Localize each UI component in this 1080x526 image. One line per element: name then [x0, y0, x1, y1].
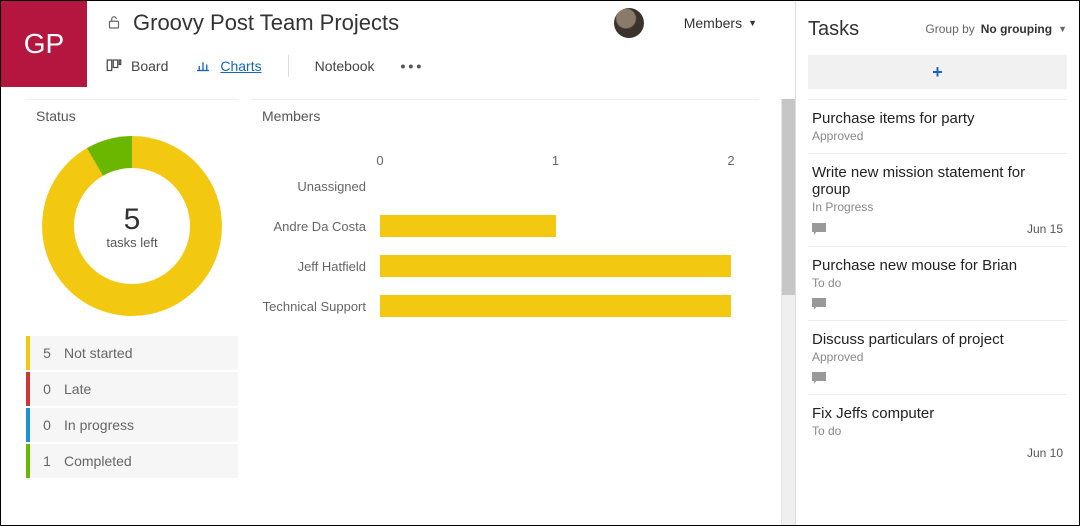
chevron-down-icon: ▼	[748, 18, 757, 28]
group-by-value: No grouping	[981, 22, 1052, 36]
members-card: Members 0 1 2 Unassigned Andre Da Costa Jeff…	[252, 99, 759, 525]
legend-row-completed[interactable]: 1Completed	[26, 444, 238, 478]
tab-notebook[interactable]: Notebook	[315, 58, 375, 74]
tab-divider	[288, 55, 289, 77]
bar-row: Jeff Hatfield	[262, 246, 731, 286]
task-card[interactable]: Purchase items for party Approved	[808, 99, 1067, 153]
bar-label: Unassigned	[262, 179, 380, 194]
legend-label: Late	[64, 381, 91, 397]
task-title: Fix Jeffs computer	[812, 405, 1063, 422]
donut-number: 5	[124, 203, 141, 237]
bar-label: Andre Da Costa	[262, 219, 380, 234]
add-task-button[interactable]: +	[808, 55, 1067, 89]
legend-label: Not started	[64, 345, 132, 361]
card-title: Status	[26, 100, 238, 130]
card-title: Members	[252, 100, 759, 130]
task-status: Approved	[812, 350, 1063, 364]
bar-track	[380, 175, 731, 197]
members-dropdown-label: Members	[684, 15, 742, 31]
bar-track	[380, 215, 731, 237]
task-card[interactable]: Write new mission statement for group In …	[808, 153, 1067, 246]
bar-fill	[380, 295, 731, 317]
tab-label: Charts	[220, 58, 261, 74]
bar-row: Andre Da Costa	[262, 206, 731, 246]
lock-open-icon	[105, 13, 123, 34]
scrollbar-main[interactable]	[781, 99, 795, 525]
tab-board[interactable]: Board	[105, 57, 168, 75]
chevron-down-icon: ▼	[1058, 24, 1067, 34]
page-title: Groovy Post Team Projects	[133, 10, 614, 36]
group-by-dropdown[interactable]: Group by No grouping ▼	[925, 22, 1067, 36]
task-card[interactable]: Discuss particulars of project Approved	[808, 320, 1067, 394]
bar-row: Technical Support	[262, 286, 731, 326]
legend-row-in-progress[interactable]: 0In progress	[26, 408, 238, 442]
tab-label: Board	[131, 58, 168, 74]
tasks-panel-title: Tasks	[808, 18, 925, 41]
legend-row-not-started[interactable]: 5Not started	[26, 336, 238, 370]
charts-icon	[194, 57, 212, 75]
task-status: Approved	[812, 129, 1063, 143]
legend-row-late[interactable]: 0Late	[26, 372, 238, 406]
bar-track	[380, 255, 731, 277]
legend-count: 0	[30, 381, 64, 397]
task-card[interactable]: Purchase new mouse for Brian To do	[808, 246, 1067, 320]
bar-row: Unassigned	[262, 166, 731, 206]
legend-label: Completed	[64, 453, 132, 469]
status-donut: 5 tasks left	[42, 136, 222, 316]
task-title: Purchase new mouse for Brian	[812, 257, 1063, 274]
task-date: Jun 15	[1027, 222, 1063, 236]
bar-track	[380, 295, 731, 317]
axis-tick: 0	[376, 153, 383, 168]
axis-tick: 2	[727, 153, 734, 168]
task-status: To do	[812, 424, 1063, 438]
legend-count: 5	[30, 345, 64, 361]
task-card[interactable]: Fix Jeffs computer To do Jun 10	[808, 394, 1067, 470]
task-title: Discuss particulars of project	[812, 331, 1063, 348]
members-dropdown[interactable]: Members ▼	[684, 15, 777, 31]
tasks-panel: Tasks Group by No grouping ▼ + Purchase …	[795, 1, 1079, 525]
board-icon	[105, 57, 123, 75]
legend-count: 1	[30, 453, 64, 469]
donut-label: tasks left	[106, 235, 157, 250]
bar-label: Technical Support	[262, 299, 380, 314]
comment-icon	[812, 372, 826, 384]
bar-fill	[380, 215, 556, 237]
comment-icon	[812, 223, 826, 235]
comment-icon	[812, 298, 826, 310]
task-status: To do	[812, 276, 1063, 290]
group-by-label: Group by	[925, 22, 974, 36]
tab-label: Notebook	[315, 58, 375, 74]
legend-count: 0	[30, 417, 64, 433]
status-card: Status 5 tasks left 5Not started0Late0In…	[26, 99, 238, 525]
axis-tick: 1	[552, 153, 559, 168]
task-status: In Progress	[812, 200, 1063, 214]
bar-fill	[380, 255, 731, 277]
avatar[interactable]	[614, 8, 644, 38]
task-date: Jun 10	[1027, 446, 1063, 460]
tab-charts[interactable]: Charts	[194, 57, 261, 75]
task-title: Write new mission statement for group	[812, 164, 1063, 198]
more-menu[interactable]: •••	[401, 58, 425, 74]
bar-label: Jeff Hatfield	[262, 259, 380, 274]
task-title: Purchase items for party	[812, 110, 1063, 127]
legend-label: In progress	[64, 417, 134, 433]
app-tile[interactable]: GP	[1, 1, 87, 87]
